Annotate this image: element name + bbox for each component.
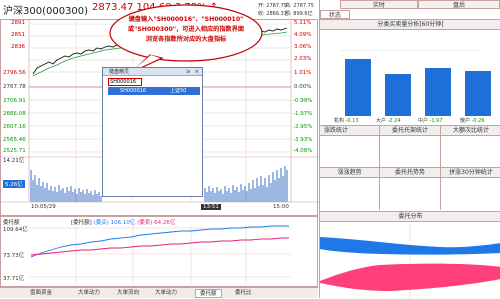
- stats-row-1: 涨跌统计 委托托架统计 大额次比统计: [320, 125, 500, 168]
- tab-realtime[interactable]: 实时: [340, 0, 418, 9]
- result-row[interactable]: SH000016 上证50: [108, 87, 200, 95]
- bar-label-3: 散户 -0.26: [460, 118, 485, 124]
- buy-line: [30, 225, 289, 258]
- tab-status[interactable]: 状态: [320, 10, 350, 19]
- bar-big-holder: [385, 74, 411, 116]
- pct-label-7: -2.95%: [293, 124, 313, 130]
- tab-order-amount[interactable]: 委托额: [195, 289, 222, 298]
- tab-fund[interactable]: 盘面资金: [30, 289, 52, 298]
- lower-indicator-panel[interactable]: 委托额 [委托额] (委买) 106.10亿 (委卖) 64.26亿 109.6…: [0, 216, 318, 288]
- order-distribution: 委托分布: [320, 211, 500, 299]
- class-volume-section: 分类买卖量分析[60分钟] 机构 -0.13 大户 -2.24 中户 -1.97…: [320, 19, 500, 125]
- bar-retail: [465, 70, 491, 116]
- tab-big-power[interactable]: 大单动力: [78, 289, 100, 298]
- tab-after-close[interactable]: 盘后: [418, 0, 500, 9]
- distribution-title: 委托分布: [320, 212, 500, 222]
- lower-chart-svg: [29, 225, 291, 288]
- stat-updown: 涨跌统计: [320, 126, 379, 136]
- bar-mid-holder: [425, 68, 451, 116]
- time-end: 15:00: [273, 204, 289, 210]
- bar-label-2: 中户 -1.97: [418, 118, 443, 124]
- stat-large: 大额次比统计: [441, 126, 500, 136]
- bottom-tab-bar: 盘面资金 大单动力 大单流向 大单动力 委托额 委托比: [0, 287, 318, 298]
- volume-max-label: 14.21亿: [3, 158, 25, 164]
- stat-trend: 涨涨趋势: [320, 168, 379, 178]
- time-start: 10:05/29: [31, 204, 56, 210]
- bar-label-0: 机构 -0.13: [334, 118, 359, 124]
- tab-big-power-2[interactable]: 大单动力: [155, 289, 177, 298]
- close-icon[interactable]: ×: [195, 68, 199, 76]
- class-volume-title: 分类买卖量分析[60分钟]: [320, 20, 500, 30]
- time-cursor: 13:51: [201, 204, 221, 210]
- tab-big-flow[interactable]: 大单流向: [117, 289, 139, 298]
- stats-row-2: 涨涨趋势 委托托势势 拼涨30分钟统计: [320, 167, 500, 210]
- bar-label-1: 大户 -2.24: [376, 118, 401, 124]
- keyboard-wizard-popup: 键盘精灵 ⇲ × SH000016 SH000016 上证50: [102, 67, 203, 197]
- tab-order-ratio[interactable]: 委托比: [235, 289, 252, 298]
- callout-text: 键盘输入"SH000016"、"SH000010" 或"SH000300"，可进…: [127, 16, 245, 43]
- class-volume-bars: [320, 32, 500, 116]
- volume-mid-label: 5.26亿: [3, 180, 25, 188]
- pct-label-9: -4.08%: [293, 148, 313, 154]
- bar-institution: [345, 58, 371, 116]
- stat-30min: 拼涨30分钟统计: [441, 168, 500, 178]
- y-label-9: 2525.71: [3, 148, 26, 154]
- right-panel: 实时 盘后 状态 分类买卖量分析[60分钟] 机构 -0.13 大户 -2.24…: [319, 0, 500, 299]
- y-label-8: 2565.46: [3, 137, 26, 143]
- sell-distribution: [320, 263, 500, 291]
- pct-label-8: -3.93%: [293, 137, 313, 143]
- pin-icon[interactable]: ⇲: [186, 68, 190, 76]
- search-input[interactable]: SH000016: [108, 78, 142, 86]
- popup-title: 键盘精灵 ⇲ ×: [103, 68, 202, 76]
- y-label-7: 2607.16: [3, 124, 26, 130]
- sell-line: [30, 237, 289, 256]
- distribution-svg: [320, 223, 500, 299]
- stat-order-trend: 委托托势势: [380, 168, 440, 178]
- stat-order: 委托托架统计: [380, 126, 440, 136]
